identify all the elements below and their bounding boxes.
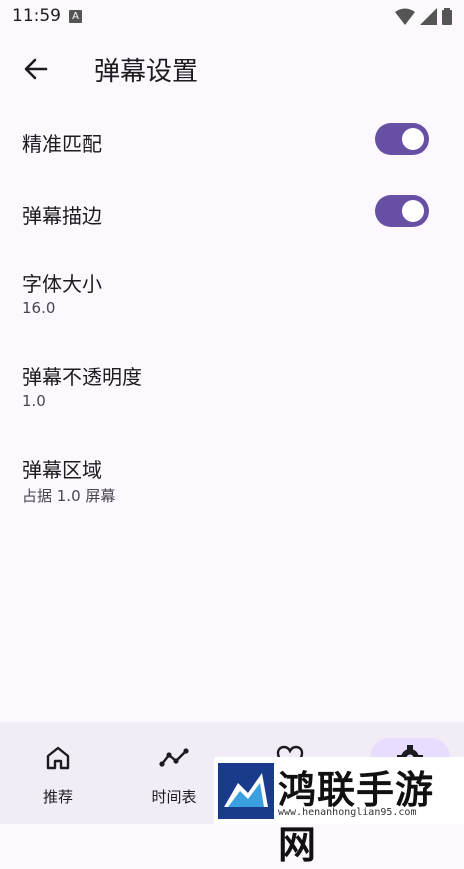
status-time: 11:59 — [12, 6, 61, 26]
battery-icon — [442, 8, 452, 25]
setting-row-danmaku-stroke[interactable]: 弹幕描边 — [0, 176, 464, 248]
setting-row-precise-match[interactable]: 精准匹配 — [0, 104, 464, 176]
page-title: 弹幕设置 — [94, 57, 199, 87]
danmaku-stroke-switch[interactable] — [375, 195, 429, 227]
setting-value: 占据 1.0 屏幕 — [22, 487, 116, 505]
signal-icon — [419, 8, 437, 25]
app-bar: 弹幕设置 — [0, 34, 464, 102]
bird-logo-icon — [218, 763, 274, 819]
switch-knob — [402, 200, 424, 222]
setting-row-opacity[interactable]: 弹幕不透明度 1.0 — [0, 347, 464, 437]
watermark: 鸿联手游网 www.henanhonglian95.com — [214, 757, 464, 867]
status-bar: 11:59 A — [0, 0, 464, 34]
wifi-icon — [394, 8, 415, 25]
switch-knob — [402, 128, 424, 150]
setting-row-font-size[interactable]: 字体大小 16.0 — [0, 254, 464, 344]
setting-value: 1.0 — [22, 392, 46, 410]
notification-a-icon: A — [69, 10, 82, 23]
setting-title: 弹幕区域 — [22, 458, 102, 482]
setting-title: 字体大小 — [22, 272, 102, 296]
status-icons — [394, 8, 452, 27]
back-button[interactable] — [18, 51, 54, 87]
setting-title: 弹幕描边 — [22, 204, 102, 228]
precise-match-switch[interactable] — [375, 123, 429, 155]
nav-item-recommend[interactable]: 推荐 — [0, 722, 116, 824]
home-icon — [46, 746, 70, 770]
nav-label: 推荐 — [42, 788, 73, 806]
setting-title: 精准匹配 — [22, 132, 102, 156]
setting-title: 弹幕不透明度 — [22, 365, 142, 389]
setting-row-area[interactable]: 弹幕区域 占据 1.0 屏幕 — [0, 440, 464, 530]
arrow-back-icon — [24, 58, 48, 80]
watermark-url: www.henanhonglian95.com — [278, 807, 417, 818]
setting-value: 16.0 — [22, 299, 56, 317]
timeline-icon — [159, 748, 189, 767]
